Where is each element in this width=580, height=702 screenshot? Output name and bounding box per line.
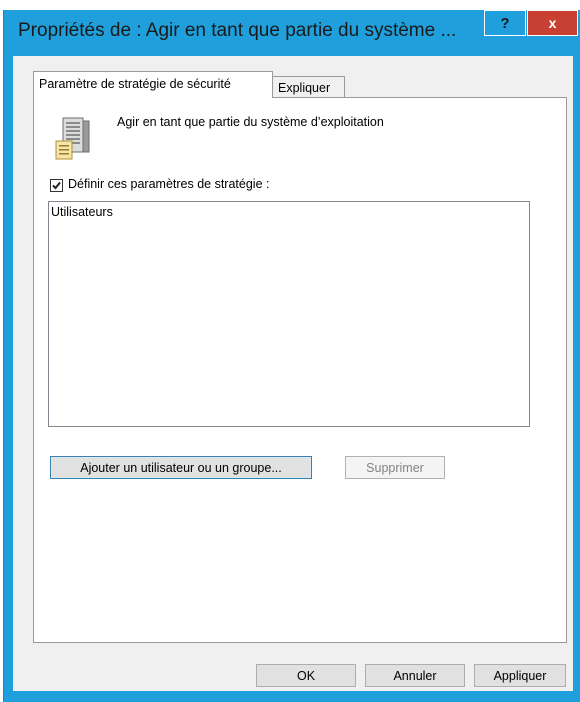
checkmark-icon [52,181,61,190]
define-settings-checkbox[interactable] [50,179,63,192]
cancel-button[interactable]: Annuler [365,664,465,687]
user-list[interactable]: Utilisateurs [48,201,530,427]
add-user-or-group-button[interactable]: Ajouter un utilisateur ou un groupe... [50,456,312,479]
dialog-client-area: Paramètre de stratégie de sécurité Expli… [13,56,573,691]
apply-button[interactable]: Appliquer [474,664,566,687]
help-button[interactable]: ? [484,10,526,36]
close-button[interactable]: x [527,10,578,36]
ok-button[interactable]: OK [256,664,356,687]
server-policy-icon [50,117,94,161]
properties-dialog: Propriétés de : Agir en tant que partie … [3,10,580,702]
tab-security-policy-setting[interactable]: Paramètre de stratégie de sécurité [33,71,273,98]
define-settings-label[interactable]: Définir ces paramètres de stratégie : [68,177,269,191]
policy-name: Agir en tant que partie du système d’exp… [117,115,384,129]
tab-explain[interactable]: Expliquer [272,76,345,98]
background-window-strip: ​ [0,0,580,10]
list-item[interactable]: Utilisateurs [51,205,113,219]
tab-panel: Agir en tant que partie du système d’exp… [33,97,567,643]
remove-button[interactable]: Supprimer [345,456,445,479]
dialog-title: Propriétés de : Agir en tant que partie … [18,20,457,41]
